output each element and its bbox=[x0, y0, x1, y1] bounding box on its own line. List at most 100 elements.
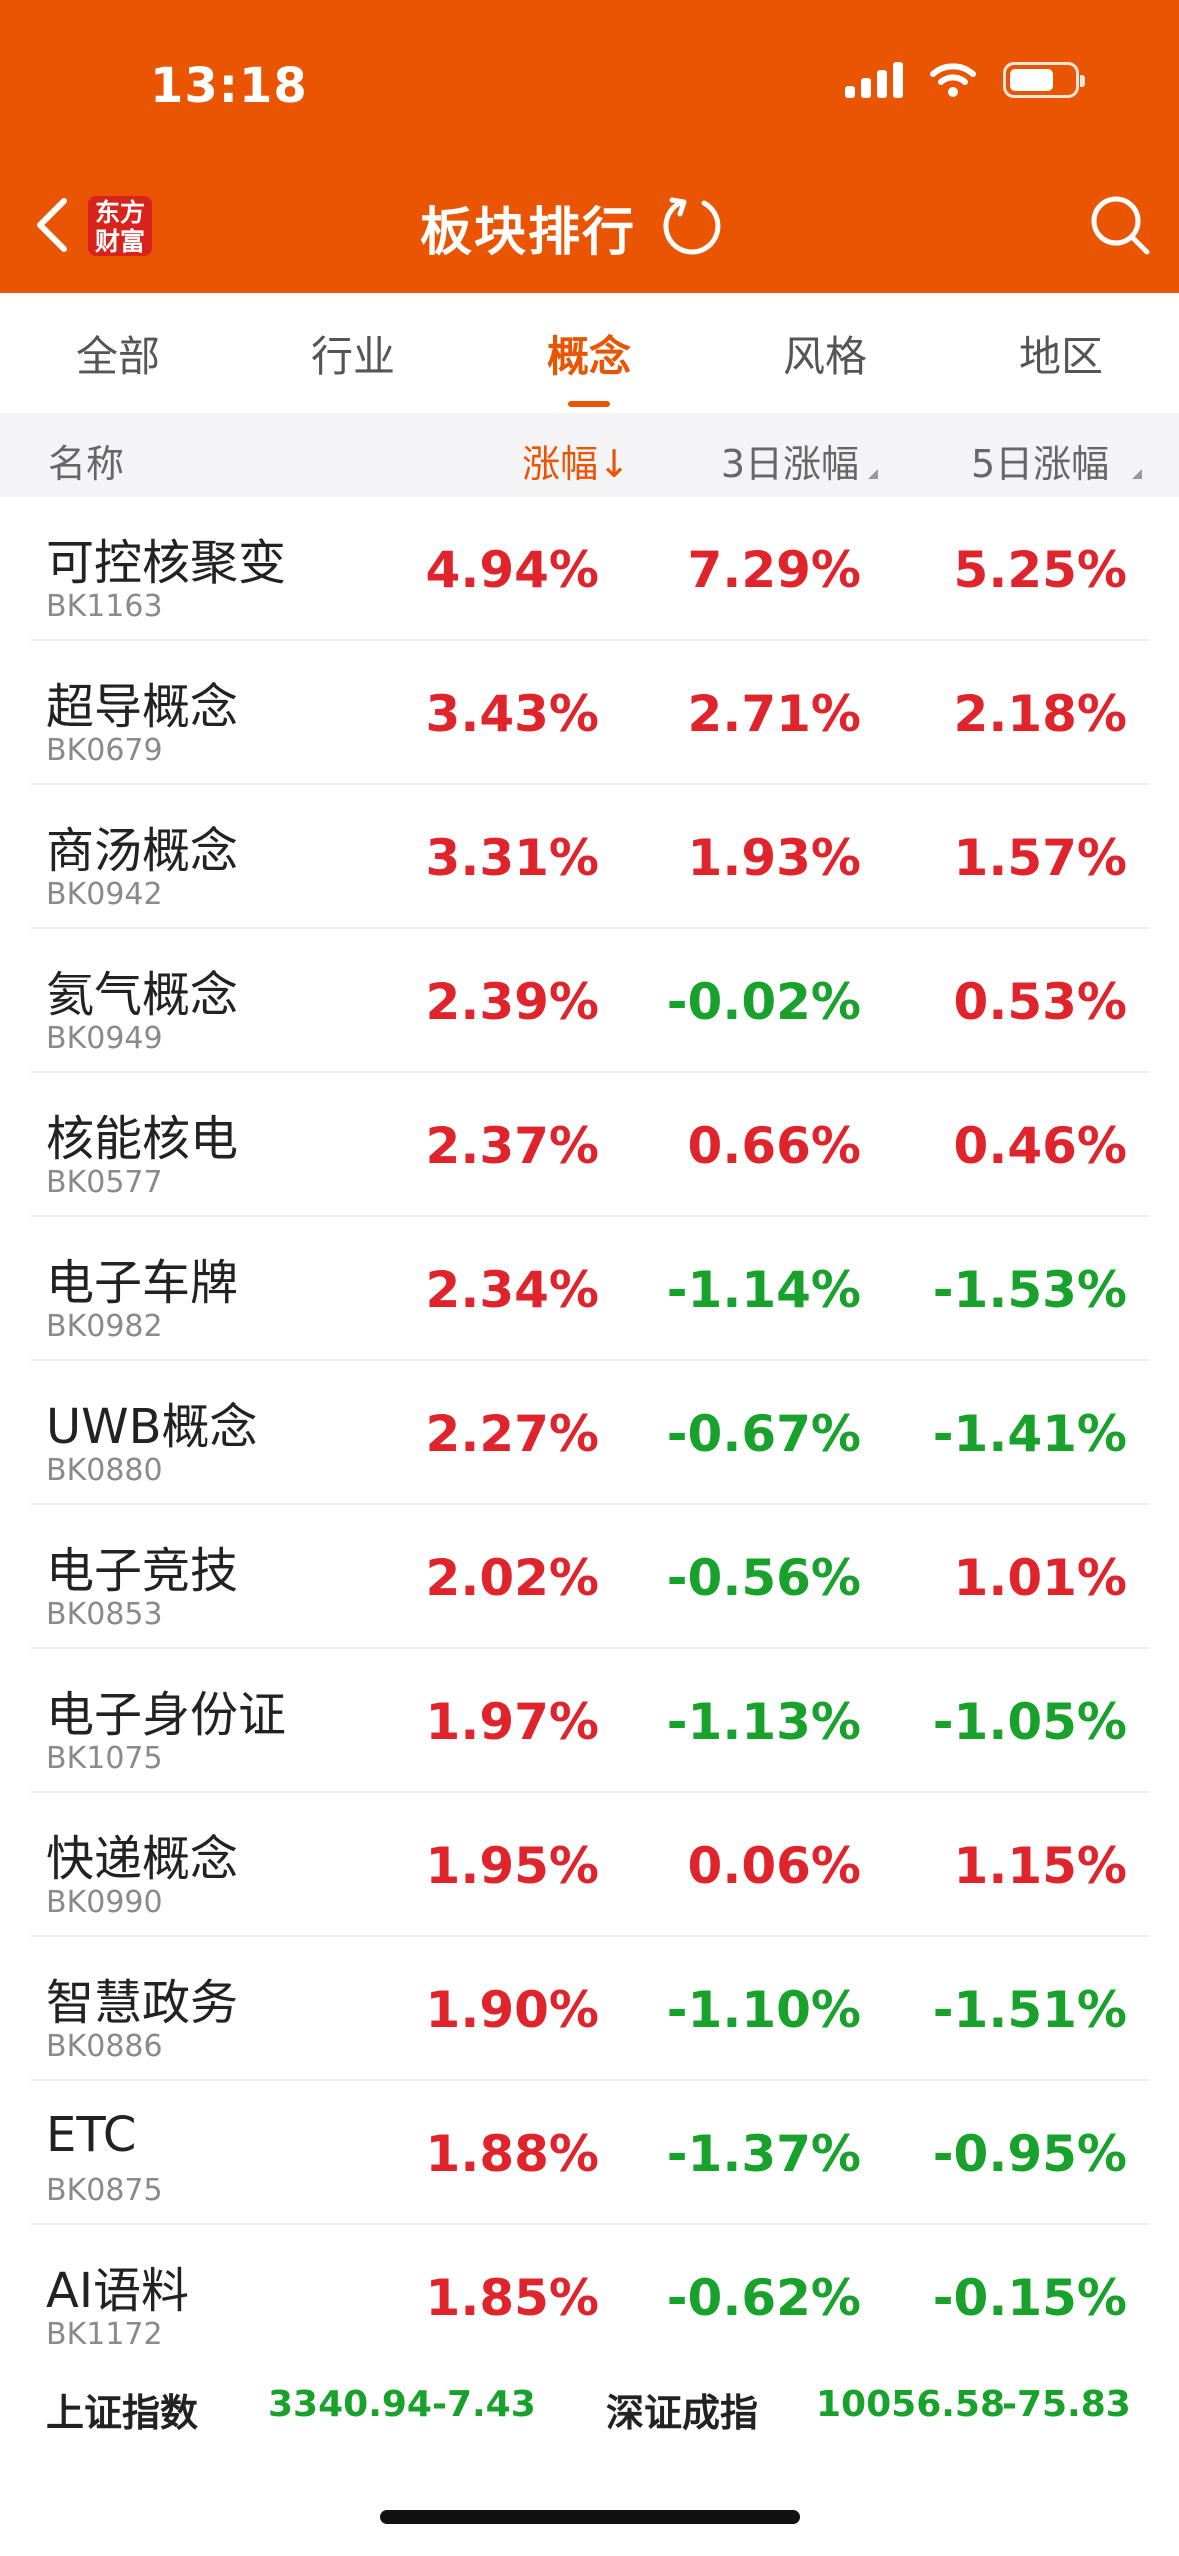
table-row[interactable]: 超导概念 BK0679 3.43% 2.71% 2.18% bbox=[0, 641, 1179, 785]
market-index-bar[interactable]: 上证指数 3340.94 -7.43 深证成指 10056.58 -75.83 bbox=[0, 2368, 1179, 2442]
home-indicator[interactable] bbox=[380, 2510, 800, 2524]
sector-name: 电子竞技 bbox=[46, 1543, 239, 1599]
sector-name: 超导概念 bbox=[46, 679, 239, 735]
table-row[interactable]: 电子车牌 BK0982 2.34% -1.14% -1.53% bbox=[0, 1217, 1179, 1361]
sh-index-label: 上证指数 bbox=[46, 2391, 199, 2435]
sector-code: BK0875 bbox=[46, 2173, 163, 2208]
brand-logo[interactable]: 东方 财富 bbox=[88, 196, 152, 256]
sector-list: 可控核聚变 BK1163 4.94% 7.29% 5.25% 超导概念 BK06… bbox=[0, 497, 1179, 2369]
signal-icon bbox=[845, 62, 903, 98]
sector-name: 氦气概念 bbox=[46, 967, 239, 1023]
table-row[interactable]: 电子竞技 BK0853 2.02% -0.56% 1.01% bbox=[0, 1505, 1179, 1649]
tab-style[interactable]: 风格 bbox=[783, 323, 867, 384]
change-3d-value: -1.14% bbox=[666, 1261, 861, 1319]
tab-industry[interactable]: 行业 bbox=[311, 323, 395, 384]
change-3d-value: -0.02% bbox=[666, 973, 861, 1031]
table-row[interactable]: AI语料 BK1172 1.85% -0.62% -0.15% bbox=[0, 2225, 1179, 2369]
column-header: 名称 涨幅↓ 3日涨幅 5日涨幅 bbox=[0, 413, 1179, 497]
sector-name: AI语料 bbox=[46, 2263, 189, 2319]
change-value: 2.39% bbox=[425, 973, 599, 1031]
sector-name: 电子车牌 bbox=[46, 1255, 239, 1311]
tab-all[interactable]: 全部 bbox=[76, 323, 160, 384]
active-tab-indicator bbox=[568, 401, 610, 407]
change-3d-value: -1.10% bbox=[666, 1981, 861, 2039]
sector-code: BK0577 bbox=[46, 1165, 163, 1200]
column-change-5d-label: 5日涨幅 bbox=[971, 442, 1110, 486]
change-value: 1.88% bbox=[425, 2125, 599, 2183]
change-3d-value: -0.67% bbox=[666, 1405, 861, 1463]
sz-index-change: -75.83 bbox=[1002, 2384, 1131, 2425]
change-5d-value: 0.46% bbox=[953, 1117, 1127, 1175]
category-tabs: 全部 行业 概念 风格 地区 bbox=[0, 293, 1179, 413]
table-row[interactable]: 智慧政务 BK0886 1.90% -1.10% -1.51% bbox=[0, 1937, 1179, 2081]
change-3d-value: -0.62% bbox=[666, 2269, 861, 2327]
sector-name: ETC bbox=[46, 2107, 137, 2163]
change-5d-value: -1.05% bbox=[932, 1693, 1127, 1751]
sector-name: 可控核聚变 bbox=[46, 535, 287, 591]
sector-code: BK0679 bbox=[46, 733, 163, 768]
logo-line1: 东方 bbox=[94, 198, 145, 227]
change-5d-value: 1.15% bbox=[953, 1837, 1127, 1895]
change-5d-value: -0.15% bbox=[932, 2269, 1127, 2327]
change-value: 2.02% bbox=[425, 1549, 599, 1607]
back-chevron-icon bbox=[37, 198, 67, 252]
change-value: 1.85% bbox=[425, 2269, 599, 2327]
change-5d-value: 0.53% bbox=[953, 973, 1127, 1031]
battery-icon bbox=[1003, 62, 1085, 98]
wifi-icon bbox=[930, 63, 976, 97]
back-button[interactable] bbox=[24, 192, 80, 258]
status-time: 13:18 bbox=[150, 58, 308, 114]
change-value: 1.97% bbox=[425, 1693, 599, 1751]
table-row[interactable]: 核能核电 BK0577 2.37% 0.66% 0.46% bbox=[0, 1073, 1179, 1217]
sector-code: BK0949 bbox=[46, 1021, 163, 1056]
sector-name: 核能核电 bbox=[46, 1111, 239, 1167]
table-row[interactable]: 快递概念 BK0990 1.95% 0.06% 1.15% bbox=[0, 1793, 1179, 1937]
sector-name: 电子身份证 bbox=[46, 1687, 287, 1743]
table-row[interactable]: 商汤概念 BK0942 3.31% 1.93% 1.57% bbox=[0, 785, 1179, 929]
column-change-sort[interactable]: 涨幅↓ bbox=[522, 433, 630, 488]
refresh-icon bbox=[663, 197, 721, 255]
column-change-5d[interactable]: 5日涨幅 bbox=[971, 433, 1131, 488]
refresh-button[interactable] bbox=[660, 194, 724, 258]
change-value: 1.95% bbox=[425, 1837, 599, 1895]
tab-region[interactable]: 地区 bbox=[1019, 323, 1103, 384]
sector-code: BK0942 bbox=[46, 877, 163, 912]
column-name: 名称 bbox=[48, 442, 125, 486]
tab-concept[interactable]: 概念 bbox=[547, 323, 631, 384]
change-3d-value: -1.13% bbox=[666, 1693, 861, 1751]
search-icon bbox=[1091, 196, 1150, 255]
sort-desc-icon: ↓ bbox=[598, 442, 630, 486]
status-icons bbox=[845, 62, 1085, 98]
table-row[interactable]: 电子身份证 BK1075 1.97% -1.13% -1.05% bbox=[0, 1649, 1179, 1793]
change-value: 3.31% bbox=[425, 829, 599, 887]
sh-index-change: -7.43 bbox=[432, 2384, 536, 2425]
sector-code: BK0886 bbox=[46, 2029, 163, 2064]
sector-code: BK0880 bbox=[46, 1453, 163, 1488]
table-row[interactable]: 氦气概念 BK0949 2.39% -0.02% 0.53% bbox=[0, 929, 1179, 1073]
column-change-label: 涨幅 bbox=[522, 442, 599, 486]
change-5d-value: -1.51% bbox=[932, 1981, 1127, 2039]
change-value: 3.43% bbox=[425, 685, 599, 743]
change-3d-value: -0.56% bbox=[666, 1549, 861, 1607]
sz-index-label: 深证成指 bbox=[606, 2391, 759, 2435]
sort-toggle-icon bbox=[1132, 469, 1142, 479]
table-row[interactable]: ETC BK0875 1.88% -1.37% -0.95% bbox=[0, 2081, 1179, 2225]
table-row[interactable]: 可控核聚变 BK1163 4.94% 7.29% 5.25% bbox=[0, 497, 1179, 641]
column-change-3d[interactable]: 3日涨幅 bbox=[721, 433, 859, 488]
change-3d-value: 1.93% bbox=[687, 829, 861, 887]
change-5d-value: 5.25% bbox=[953, 541, 1127, 599]
change-5d-value: 1.01% bbox=[953, 1549, 1127, 1607]
search-button[interactable] bbox=[1087, 192, 1153, 258]
change-value: 2.27% bbox=[425, 1405, 599, 1463]
sh-index-value: 3340.94 bbox=[268, 2384, 432, 2425]
sector-code: BK0982 bbox=[46, 1309, 163, 1344]
page-title: 板块排行 bbox=[420, 203, 637, 263]
change-3d-value: 7.29% bbox=[687, 541, 861, 599]
change-value: 2.34% bbox=[425, 1261, 599, 1319]
app-header: 13:18 东方 财富 板块排行 bbox=[0, 0, 1179, 293]
change-3d-value: 2.71% bbox=[687, 685, 861, 743]
change-value: 4.94% bbox=[425, 541, 599, 599]
sector-name: UWB概念 bbox=[46, 1399, 258, 1455]
sector-code: BK0853 bbox=[46, 1597, 163, 1632]
table-row[interactable]: UWB概念 BK0880 2.27% -0.67% -1.41% bbox=[0, 1361, 1179, 1505]
